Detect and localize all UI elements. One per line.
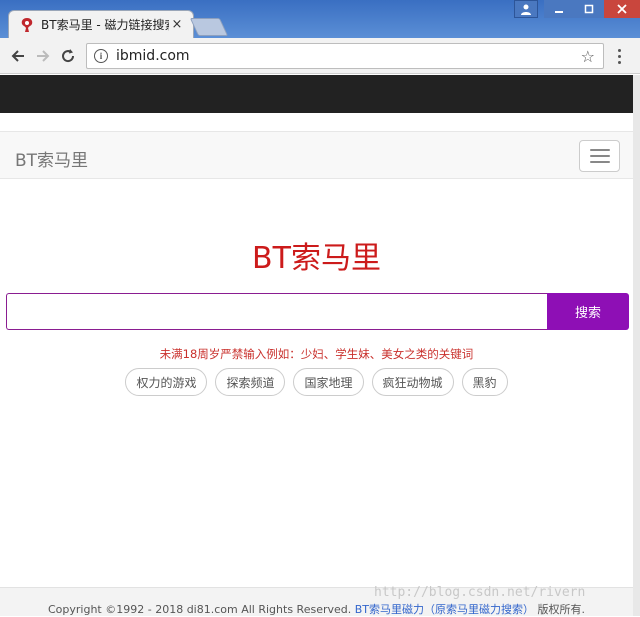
address-bar[interactable]: i ibmid.com ☆ [86, 43, 604, 69]
site-navbar: BT索马里 [0, 131, 633, 179]
browser-tab[interactable]: BT索马里 - 磁力链接搜索 × [8, 10, 194, 38]
back-arrow-icon[interactable] [8, 46, 28, 66]
search-input[interactable] [6, 293, 547, 330]
search-form: 搜索 [6, 293, 629, 330]
age-warning: 未满18周岁严禁输入例如：少妇、学生妹、美女之类的关键词 [159, 347, 474, 361]
footer-link[interactable]: BT索马里磁力（原索马里磁力搜索） [355, 603, 534, 616]
maximize-icon[interactable] [574, 0, 604, 18]
tab-title: BT索马里 - 磁力链接搜索 [41, 18, 169, 32]
new-tab-button[interactable] [189, 18, 229, 36]
tag-item[interactable]: 国家地理 [293, 368, 364, 396]
footer-suffix: 版权所有. [537, 603, 586, 616]
footer-copyright: Copyright ©1992 - 2018 di81.com All Righ… [48, 603, 352, 616]
forward-arrow-icon[interactable] [33, 46, 53, 66]
reload-icon[interactable] [58, 46, 78, 66]
close-window-icon[interactable] [604, 0, 640, 18]
browser-toolbar: i ibmid.com ☆ [0, 38, 640, 74]
url-text: ibmid.com [116, 48, 190, 64]
navbar-brand[interactable]: BT索马里 [15, 146, 88, 171]
watermark: http://blog.csdn.net/rivern [374, 585, 586, 600]
browser-menu-icon[interactable] [612, 47, 626, 65]
minimize-icon[interactable] [544, 0, 574, 18]
bookmark-star-icon[interactable]: ☆ [581, 47, 595, 66]
page-content: BT索马里 BT索马里 搜索 未满18周岁严禁输入例如：少妇、学生妹、美女之类的… [0, 75, 633, 616]
tab-close-icon[interactable]: × [169, 17, 185, 32]
tag-item[interactable]: 权力的游戏 [125, 368, 208, 396]
site-logo: BT索马里 [252, 241, 381, 276]
tag-item[interactable]: 探索频道 [215, 368, 286, 396]
browser-titlebar: BT索马里 - 磁力链接搜索 × [0, 0, 640, 38]
top-dark-bar [0, 75, 633, 113]
info-icon[interactable]: i [94, 49, 108, 63]
site-favicon-icon [21, 17, 33, 32]
scrollbar[interactable] [633, 75, 640, 616]
hot-tags: 权力的游戏 探索频道 国家地理 疯狂动物城 黑豹 [0, 368, 633, 396]
tag-item[interactable]: 疯狂动物城 [371, 368, 454, 396]
hamburger-menu-icon[interactable] [579, 140, 620, 172]
search-button[interactable]: 搜索 [547, 293, 629, 330]
tag-item[interactable]: 黑豹 [461, 368, 508, 396]
user-profile-icon[interactable] [514, 0, 538, 18]
